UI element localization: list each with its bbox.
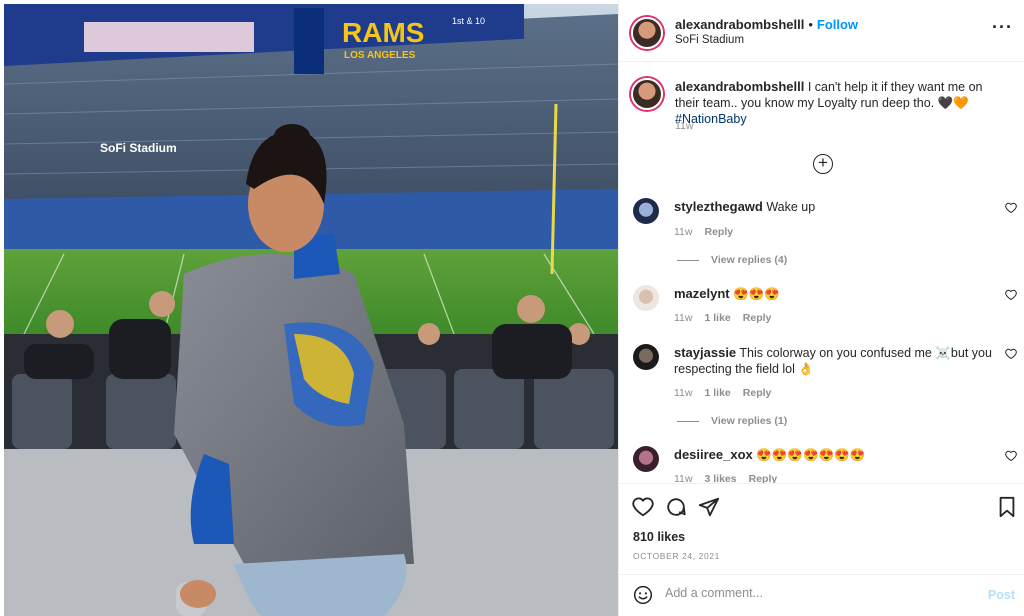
- view-replies-button[interactable]: View replies (4): [677, 254, 787, 266]
- comment-likes[interactable]: 1 like: [704, 312, 730, 324]
- header-user-line: alexandrabombshelll • Follow: [675, 17, 858, 32]
- caption-avatar[interactable]: [631, 78, 663, 110]
- reply-button[interactable]: Reply: [749, 473, 778, 483]
- stadium-sign: SoFi Stadium: [100, 141, 177, 155]
- post-details-panel: alexandrabombshelll • Follow SoFi Stadium …: [618, 0, 1024, 616]
- comment-username[interactable]: stylezthegawd: [674, 199, 763, 214]
- comment-heart-icon[interactable]: [1005, 202, 1017, 214]
- post-photo[interactable]: RAMS LOS ANGELES 1st & 10 SoFi Stadium: [4, 4, 618, 616]
- bookmark-icon[interactable]: [996, 496, 1018, 518]
- comment-time: 11w: [674, 312, 693, 324]
- reply-button[interactable]: Reply: [743, 387, 772, 399]
- send-icon[interactable]: [698, 496, 720, 518]
- reply-button[interactable]: Reply: [743, 312, 772, 324]
- comment-body: Wake up: [766, 200, 816, 214]
- likes-count[interactable]: 810 likes: [633, 530, 685, 544]
- comment-meta: 11w Reply: [674, 226, 745, 238]
- comment-meta: 11w 1 like Reply: [674, 312, 783, 324]
- commenter-avatar[interactable]: [633, 285, 659, 311]
- reply-button[interactable]: Reply: [704, 226, 733, 238]
- comment-time: 11w: [674, 387, 693, 399]
- comment-time: 11w: [674, 473, 693, 483]
- scoreboard-la-text: LOS ANGELES: [344, 50, 416, 61]
- comment-meta: 11w 3 likes Reply: [674, 473, 789, 483]
- post-header: alexandrabombshelll • Follow SoFi Stadium …: [619, 0, 1024, 62]
- post-actions: 810 likes OCTOBER 24, 2021: [619, 483, 1024, 573]
- stadium-photo-illustration: RAMS LOS ANGELES 1st & 10 SoFi Stadium: [4, 4, 618, 616]
- comment-icon[interactable]: [665, 496, 687, 518]
- post-comment-button[interactable]: Post: [988, 588, 1015, 602]
- comment-heart-icon[interactable]: [1005, 289, 1017, 301]
- comment-likes[interactable]: 1 like: [704, 387, 730, 399]
- view-replies-button[interactable]: View replies (1): [677, 415, 787, 427]
- comment-username[interactable]: desiiree_xox: [674, 447, 753, 462]
- scoreboard-ticker: 1st & 10: [452, 16, 485, 26]
- commenter-avatar[interactable]: [633, 198, 659, 224]
- separator-dot: •: [808, 17, 813, 32]
- post-location[interactable]: SoFi Stadium: [675, 34, 744, 46]
- comment-heart-icon[interactable]: [1005, 348, 1017, 360]
- caption-time: 11w: [675, 120, 694, 132]
- comment-text: stylezthegawd Wake up: [674, 199, 994, 215]
- author-username[interactable]: alexandrabombshelll: [675, 17, 804, 32]
- comment-clip: desiiree_xox 😍😍😍😍😍😍😍 11w 3 likes Reply: [619, 440, 1024, 483]
- commenter-avatar[interactable]: [633, 446, 659, 472]
- more-horizontal-icon[interactable]: ···: [992, 18, 1013, 36]
- author-avatar[interactable]: [631, 17, 663, 49]
- add-comment-bar: Post: [619, 574, 1024, 616]
- comment-username[interactable]: mazelynt: [674, 286, 730, 301]
- caption-text: alexandrabombshelll I can't help it if t…: [675, 79, 1005, 127]
- comment-text: mazelynt 😍😍😍: [674, 286, 994, 302]
- comment-text: stayjassie This colorway on you confused…: [674, 345, 994, 377]
- comment-body: 😍😍😍: [733, 287, 780, 301]
- comment-meta: 11w 1 like Reply: [674, 387, 783, 399]
- view-replies-label: View replies (4): [711, 254, 788, 266]
- comment-time: 11w: [674, 226, 693, 238]
- plus-circle-icon[interactable]: +: [813, 154, 833, 174]
- commenter-avatar[interactable]: [633, 344, 659, 370]
- follow-button[interactable]: Follow: [817, 17, 858, 32]
- comment-likes[interactable]: 3 likes: [704, 473, 736, 483]
- heart-icon[interactable]: [632, 496, 654, 518]
- caption-username[interactable]: alexandrabombshelll: [675, 79, 804, 94]
- comment-input[interactable]: [665, 586, 965, 600]
- post-date: OCTOBER 24, 2021: [633, 551, 720, 561]
- emoji-icon[interactable]: [633, 585, 653, 605]
- comment-text: desiiree_xox 😍😍😍😍😍😍😍: [674, 447, 994, 463]
- comment-username[interactable]: stayjassie: [674, 345, 736, 360]
- comment-body: 😍😍😍😍😍😍😍: [756, 448, 866, 462]
- view-replies-label: View replies (1): [711, 415, 788, 427]
- scoreboard-rams-text: RAMS: [342, 17, 424, 48]
- comment-heart-icon[interactable]: [1005, 450, 1017, 462]
